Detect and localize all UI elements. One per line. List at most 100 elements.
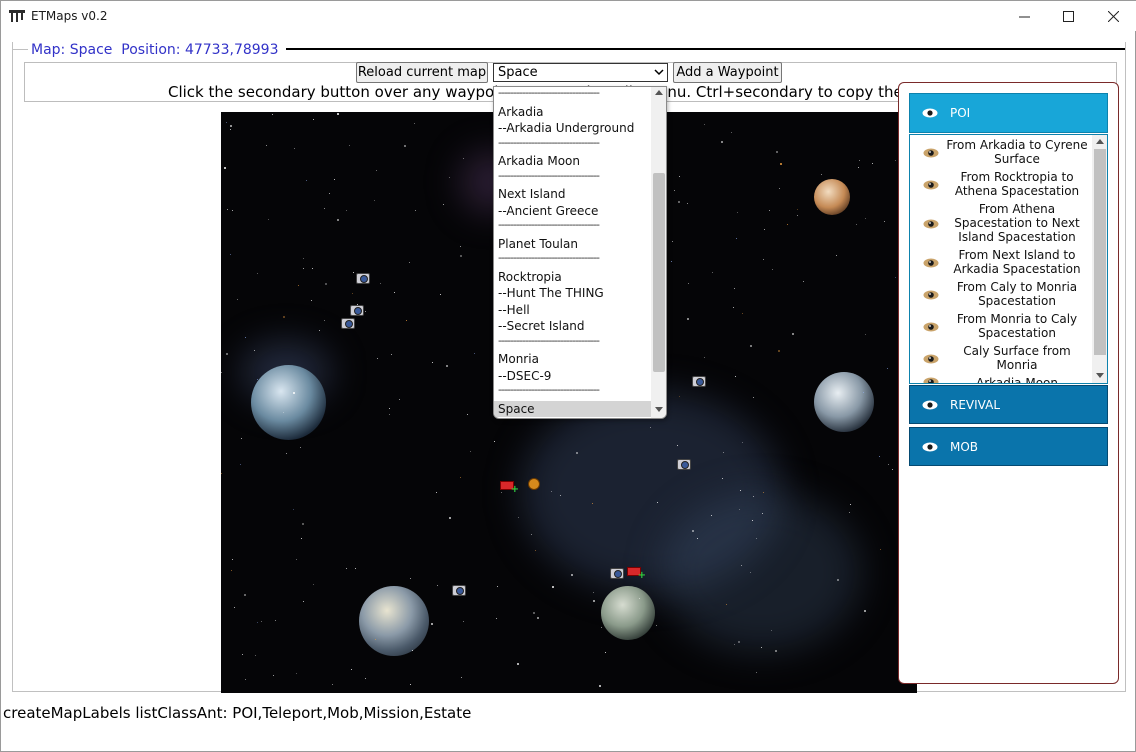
camera-waypoint-icon[interactable] [692, 376, 706, 387]
star [463, 158, 464, 159]
eye-icon[interactable] [923, 148, 939, 158]
star [410, 684, 411, 685]
star [687, 318, 689, 320]
dropdown-scroll-thumb[interactable] [653, 173, 665, 372]
dropdown-option[interactable]: --Hell [494, 302, 651, 319]
maximize-button[interactable] [1045, 1, 1091, 31]
eye-icon[interactable] [922, 108, 938, 118]
star [273, 675, 274, 676]
star [736, 238, 737, 239]
star [463, 621, 464, 622]
poi-item[interactable]: Caly Surface from Monria [910, 342, 1092, 374]
close-button[interactable] [1090, 1, 1136, 31]
star [678, 201, 680, 203]
camera-waypoint-icon[interactable] [341, 318, 355, 329]
star [537, 617, 539, 619]
star [237, 299, 238, 300]
dropdown-option[interactable]: Next Island [494, 186, 651, 203]
eye-icon[interactable] [923, 377, 939, 384]
accordion-mob[interactable]: MOB [909, 427, 1108, 466]
dropdown-option[interactable]: Arkadia [494, 104, 651, 121]
camera-waypoint-icon[interactable] [356, 273, 370, 284]
star [257, 273, 258, 274]
scroll-down-icon[interactable] [655, 407, 663, 413]
poi-item[interactable]: From Monria to Caly Spacestation [910, 310, 1092, 342]
star [346, 210, 347, 211]
star [742, 313, 743, 314]
eye-icon[interactable] [923, 258, 939, 268]
star [242, 654, 243, 655]
star [272, 114, 273, 115]
dropdown-option[interactable]: Rocktropia [494, 269, 651, 286]
accordion-label: REVIVAL [950, 397, 1001, 412]
poi-item[interactable]: From Arkadia to Cyrene Surface [910, 136, 1092, 168]
add-waypoint-button[interactable]: Add a Waypoint [673, 62, 782, 83]
eye-icon[interactable] [923, 219, 939, 229]
eye-icon[interactable] [922, 442, 938, 452]
scroll-down-icon[interactable] [1096, 373, 1104, 379]
star [704, 124, 705, 125]
dropdown-option[interactable]: --DSEC-9 [494, 368, 651, 385]
star [261, 621, 262, 622]
poi-label: From Rocktropia to Athena Spacestation [954, 170, 1080, 198]
star [726, 604, 727, 605]
poi-item[interactable]: From Athena Spacestation to Next Island … [910, 200, 1092, 246]
star [592, 503, 593, 504]
poi-item[interactable]: From Rocktropia to Athena Spacestation [910, 168, 1092, 200]
star [294, 148, 295, 149]
fieldset-border [12, 49, 28, 50]
star [872, 163, 873, 164]
map-select[interactable]: Space [493, 63, 668, 82]
star [240, 464, 241, 465]
star [779, 188, 780, 189]
dropdown-option[interactable]: --Hunt The THING [494, 285, 651, 302]
dropdown-option[interactable]: Space [494, 400, 651, 417]
star [721, 141, 723, 143]
star [389, 414, 390, 415]
poi-item[interactable]: From Caly to Monria Spacestation [910, 278, 1092, 310]
star [324, 208, 325, 209]
star [377, 358, 378, 359]
poi-item[interactable]: Arkadia Moon [910, 374, 1092, 384]
dropdown-option[interactable]: --Ancient Greece [494, 203, 651, 220]
app-logo-icon [9, 10, 25, 22]
camera-waypoint-icon[interactable] [677, 459, 691, 470]
star [711, 515, 712, 516]
dropdown-option[interactable]: --Arkadia Underground [494, 120, 651, 137]
poi-scroll-thumb[interactable] [1094, 149, 1106, 355]
star [497, 586, 498, 587]
dropdown-option[interactable]: Monria [494, 351, 651, 368]
camera-waypoint-icon[interactable] [610, 568, 624, 579]
revival-waypoint-icon[interactable] [627, 567, 646, 581]
dropdown-option[interactable]: Arkadia Moon [494, 153, 651, 170]
poi-scrollbar[interactable] [1092, 135, 1107, 383]
title-bar[interactable]: ETMaps v0.2 [1, 1, 1136, 31]
star [679, 396, 680, 397]
poi-list[interactable]: From Arkadia to Cyrene Surface From Rockt… [909, 134, 1108, 384]
star [888, 464, 889, 465]
camera-waypoint-icon[interactable] [452, 585, 466, 596]
accordion-revival[interactable]: REVIVAL [909, 385, 1108, 424]
eye-icon[interactable] [923, 354, 939, 364]
revival-waypoint-icon[interactable] [500, 481, 519, 495]
scroll-up-icon[interactable] [655, 89, 663, 95]
dropdown-scrollbar[interactable] [651, 87, 666, 418]
planet [814, 179, 850, 215]
star [738, 641, 740, 643]
poi-item[interactable]: From Next Island to Arkadia Spacestation [910, 246, 1092, 278]
star [298, 285, 299, 286]
scroll-up-icon[interactable] [1096, 138, 1104, 144]
eye-icon[interactable] [922, 400, 938, 410]
accordion-poi[interactable]: POI [909, 93, 1108, 133]
star [856, 224, 857, 225]
mob-waypoint-icon[interactable] [528, 478, 540, 490]
eye-icon[interactable] [923, 290, 939, 300]
map-dropdown-list[interactable]: ---------------------------------- Arkadi… [493, 86, 667, 419]
eye-icon[interactable] [923, 180, 939, 190]
dropdown-option[interactable]: --Secret Island [494, 318, 651, 335]
minimize-button[interactable] [1001, 1, 1047, 31]
dropdown-option[interactable]: Planet Toulan [494, 236, 651, 253]
reload-map-button[interactable]: Reload current map [356, 62, 488, 83]
camera-waypoint-icon[interactable] [350, 305, 364, 316]
eye-icon[interactable] [923, 322, 939, 332]
